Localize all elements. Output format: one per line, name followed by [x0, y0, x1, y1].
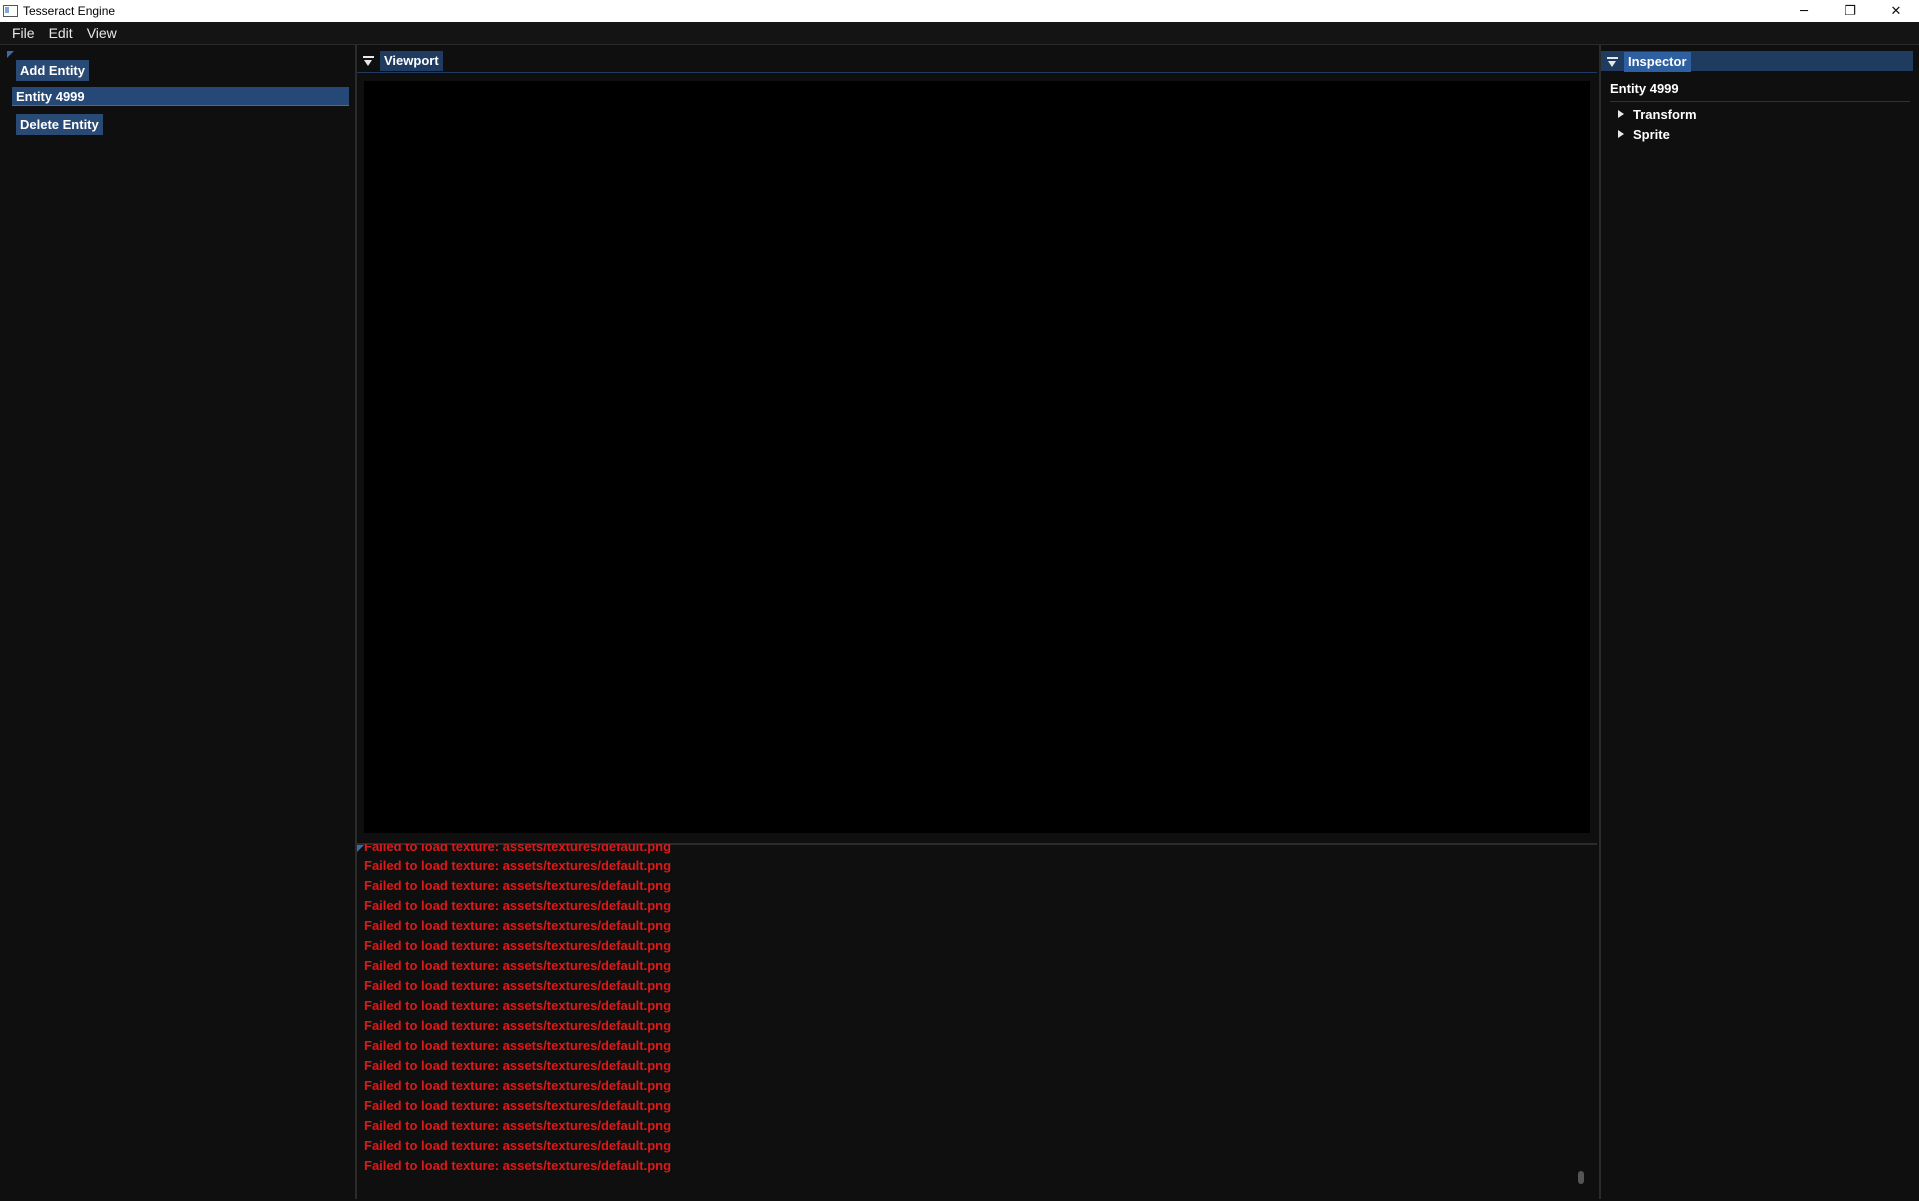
log-line: Failed to load texture: assets/textures/…: [364, 978, 672, 993]
log-line: Failed to load texture: assets/textures/…: [364, 1078, 672, 1093]
viewport-canvas[interactable]: [364, 81, 1590, 833]
log-line: Failed to load texture: assets/textures/…: [364, 844, 672, 854]
panel-resize-corner[interactable]: [7, 51, 14, 58]
window-controls: ─ ❐ ✕: [1781, 0, 1919, 22]
log-line: Failed to load texture: assets/textures/…: [364, 1018, 672, 1033]
menu-edit[interactable]: Edit: [42, 22, 80, 44]
log-line: Failed to load texture: assets/textures/…: [364, 1038, 672, 1053]
inspector-panel: Inspector Entity 4999 Transform Sprite: [1599, 45, 1919, 1199]
component-transform[interactable]: Transform: [1618, 105, 1697, 123]
menu-bar: File Edit View: [0, 22, 1919, 45]
viewport-header: Viewport: [357, 50, 443, 72]
tab-viewport[interactable]: Viewport: [380, 51, 443, 71]
minimize-button[interactable]: ─: [1781, 0, 1827, 22]
app-icon: [3, 5, 18, 17]
window-title: Tesseract Engine: [23, 4, 116, 18]
log-line: Failed to load texture: assets/textures/…: [364, 1058, 672, 1073]
component-label: Sprite: [1633, 126, 1670, 142]
delete-entity-button[interactable]: Delete Entity: [16, 114, 103, 135]
log-line: Failed to load texture: assets/textures/…: [364, 1138, 672, 1153]
inspector-separator: [1610, 101, 1910, 102]
panel-resize-corner[interactable]: [357, 845, 364, 852]
menu-file[interactable]: File: [5, 22, 42, 44]
log-line: Failed to load texture: assets/textures/…: [364, 998, 672, 1013]
maximize-button[interactable]: ❐: [1827, 0, 1873, 22]
log-line: Failed to load texture: assets/textures/…: [364, 898, 672, 913]
add-entity-button[interactable]: Add Entity: [16, 60, 89, 81]
log-line: Failed to load texture: assets/textures/…: [364, 1118, 672, 1133]
inspector-entity-name: Entity 4999: [1610, 81, 1679, 96]
expand-arrow-icon[interactable]: [1618, 110, 1624, 118]
tab-inspector[interactable]: Inspector: [1624, 52, 1691, 72]
console-log: Failed to load texture: assets/textures/…: [364, 844, 1584, 1176]
header-underline: [357, 72, 1597, 73]
expand-arrow-icon[interactable]: [1618, 130, 1624, 138]
scene-panel: Add Entity Entity 4999 Delete Entity: [0, 45, 357, 1199]
log-line: Failed to load texture: assets/textures/…: [364, 938, 672, 953]
log-line: Failed to load texture: assets/textures/…: [364, 878, 672, 893]
menu-view[interactable]: View: [80, 22, 124, 44]
log-line: Failed to load texture: assets/textures/…: [364, 1158, 672, 1173]
console-panel: Failed to load texture: assets/textures/…: [357, 843, 1597, 1201]
window-titlebar: Tesseract Engine ─ ❐ ✕: [0, 0, 1919, 22]
window-menu-icon[interactable]: [1607, 56, 1618, 68]
log-line: Failed to load texture: assets/textures/…: [364, 858, 672, 873]
inspector-header-content: Inspector: [1601, 51, 1691, 73]
close-button[interactable]: ✕: [1873, 0, 1919, 22]
window-menu-icon[interactable]: [363, 55, 374, 67]
viewport-panel: Viewport: [357, 45, 1597, 843]
console-scrollbar-thumb[interactable]: [1578, 1171, 1584, 1184]
log-line: Failed to load texture: assets/textures/…: [364, 918, 672, 933]
log-line: Failed to load texture: assets/textures/…: [364, 958, 672, 973]
entity-list-item[interactable]: Entity 4999: [12, 87, 349, 106]
component-label: Transform: [1633, 106, 1697, 122]
log-line: Failed to load texture: assets/textures/…: [364, 1098, 672, 1113]
component-sprite[interactable]: Sprite: [1618, 125, 1670, 143]
